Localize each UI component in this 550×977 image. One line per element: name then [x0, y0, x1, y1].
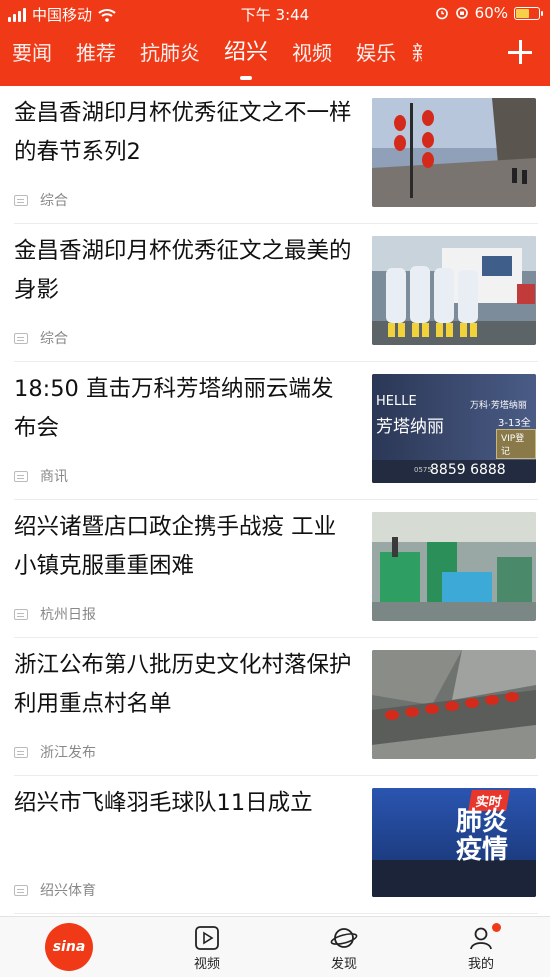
news-source: 绍兴体育 [40, 883, 96, 899]
news-source: 商讯 [40, 469, 68, 485]
news-meta: 浙江发布 [14, 742, 96, 762]
news-title[interactable]: 绍兴市飞峰羽毛球队11日成立 [14, 784, 354, 823]
news-thumbnail[interactable]: 实时 肺炎 疫情 [372, 788, 536, 897]
news-item[interactable]: 金昌香湖印月杯优秀征文之最美的身影 综合 [14, 224, 538, 362]
news-thumbnail[interactable] [372, 236, 536, 345]
nav-video-label: 视频 [193, 957, 220, 972]
status-right: 60% [435, 4, 543, 22]
add-channel-button[interactable] [506, 38, 534, 66]
tab-shaoxing[interactable]: 绍兴 [212, 36, 280, 80]
ad-date: 3-13全 [498, 418, 531, 429]
user-icon [470, 927, 492, 950]
news-thumbnail[interactable]: HELLE 芳塔纳丽 万科·芳塔纳丽 3-13全 VIP登记 0575 8859… [372, 374, 536, 483]
nav-discover[interactable]: 发现 [314, 925, 374, 972]
news-source: 综合 [40, 331, 68, 347]
news-source: 杭州日报 [40, 607, 96, 623]
news-meta: 综合 [14, 328, 68, 348]
battery-percent: 60% [474, 4, 508, 22]
top-header: 中国移动 下午 3:44 60% 要闻 推荐 抗肺炎 绍兴 视频 娱乐 [0, 0, 550, 86]
nav-mine[interactable]: 我的 [451, 923, 511, 972]
ad-vip-label: VIP登记 [496, 429, 536, 459]
comment-icon [14, 194, 28, 206]
news-title[interactable]: 金昌香湖印月杯优秀征文之最美的身影 [14, 232, 354, 310]
planet-icon [330, 928, 358, 948]
status-bar: 中国移动 下午 3:44 60% [0, 0, 550, 26]
comment-icon [14, 746, 28, 758]
notification-dot [492, 923, 501, 932]
news-meta: 商讯 [14, 466, 68, 486]
home-tab-sina-logo[interactable]: sina [45, 923, 93, 971]
news-thumbnail[interactable] [372, 650, 536, 759]
news-title[interactable]: 金昌香湖印月杯优秀征文之不一样的春节系列2 [14, 94, 354, 172]
alarm-icon [435, 7, 448, 20]
tab-partial[interactable]: 新 [412, 36, 422, 76]
comment-icon [14, 470, 28, 482]
badge-line1: 肺炎 [456, 807, 509, 837]
nav-discover-label: 发现 [330, 957, 357, 972]
battery-icon [514, 6, 543, 20]
ad-brand-right: 万科·芳塔纳丽 [470, 401, 527, 411]
tab-pneumonia[interactable]: 抗肺炎 [128, 36, 212, 76]
news-source: 浙江发布 [40, 745, 96, 761]
news-item[interactable]: 绍兴市飞峰羽毛球队11日成立 绍兴体育 实时 肺炎 疫情 [14, 776, 538, 914]
ad-brand-left: HELLE [376, 394, 417, 409]
news-item[interactable]: 金昌香湖印月杯优秀征文之不一样的春节系列2 综合 [14, 86, 538, 224]
news-item[interactable]: 绍兴诸暨店口政企携手战疫 工业小镇克服重重困难 杭州日报 [14, 500, 538, 638]
badge-line2: 疫情 [456, 835, 509, 865]
news-thumbnail[interactable] [372, 512, 536, 621]
news-item[interactable]: 18:50 直击万科芳塔纳丽云端发布会 商讯 HELLE 芳塔纳丽 万科·芳塔纳… [14, 362, 538, 500]
comment-icon [14, 608, 28, 620]
news-title[interactable]: 绍兴诸暨店口政企携手战疫 工业小镇克服重重困难 [14, 508, 354, 586]
ad-big-text: 芳塔纳丽 [376, 417, 444, 437]
channel-tabs: 要闻 推荐 抗肺炎 绍兴 视频 娱乐 新 [0, 36, 500, 80]
tab-headlines[interactable]: 要闻 [0, 36, 64, 76]
bottom-nav: sina 视频 发现 我的 [0, 916, 550, 977]
nav-mine-label: 我的 [467, 957, 494, 972]
comment-icon [14, 332, 28, 344]
nav-video[interactable]: 视频 [177, 925, 237, 972]
news-feed[interactable]: 金昌香湖印月杯优秀征文之不一样的春节系列2 综合 金昌香湖印月杯优秀征文之最美的… [0, 86, 550, 916]
news-meta: 绍兴体育 [14, 880, 96, 900]
news-title[interactable]: 18:50 直击万科芳塔纳丽云端发布会 [14, 370, 354, 448]
news-item[interactable]: 浙江公布第八批历史文化村落保护利用重点村名单 浙江发布 [14, 638, 538, 776]
news-meta: 综合 [14, 190, 68, 210]
tab-video[interactable]: 视频 [280, 36, 344, 76]
video-icon [195, 926, 219, 950]
news-source: 综合 [40, 193, 68, 209]
tab-entertainment[interactable]: 娱乐 [344, 36, 408, 76]
news-thumbnail[interactable] [372, 98, 536, 207]
news-title[interactable]: 浙江公布第八批历史文化村落保护利用重点村名单 [14, 646, 354, 724]
rotation-lock-icon [455, 7, 468, 19]
news-meta: 杭州日报 [14, 604, 96, 624]
ad-phone: 8859 6888 [430, 462, 506, 478]
comment-icon [14, 884, 28, 896]
tab-recommended[interactable]: 推荐 [64, 36, 128, 76]
